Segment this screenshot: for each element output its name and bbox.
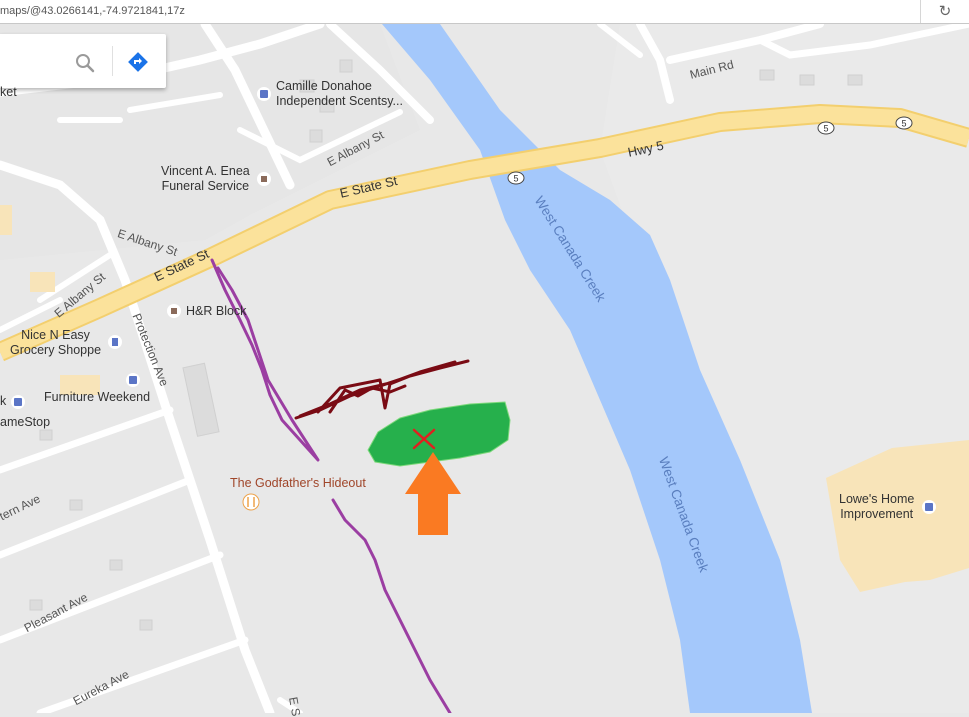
camille-line2: Independent Scentsy...	[276, 94, 403, 108]
svg-text:5: 5	[901, 119, 906, 129]
shopping-icon-2	[126, 373, 140, 387]
vincent-line2: Funeral Service	[161, 179, 250, 193]
search-divider	[112, 46, 113, 76]
place-label-gamestop[interactable]: ameStop	[0, 415, 50, 430]
funeral-icon	[257, 172, 271, 186]
place-label-camille[interactable]: Camille Donahoe Independent Scentsy...	[276, 79, 403, 109]
lowes-line1: Lowe's Home	[839, 492, 915, 506]
route-5-shield: 5	[507, 171, 525, 185]
shopping-icon-3	[11, 395, 25, 409]
reload-icon[interactable]: ↻	[920, 0, 969, 23]
search-icon[interactable]	[75, 53, 95, 73]
svg-text:5: 5	[823, 124, 828, 134]
vincent-line1: Vincent A. Enea	[161, 164, 250, 178]
place-label-furniture[interactable]: Furniture Weekend	[44, 390, 150, 405]
nice-line2: Grocery Shoppe	[10, 343, 102, 357]
restaurant-icon	[242, 493, 260, 511]
shopping-icon-4	[922, 500, 936, 514]
place-label-lowes[interactable]: Lowe's Home Improvement	[839, 492, 914, 522]
shopping-icon	[257, 87, 271, 101]
map-canvas[interactable]: 5 5 5	[0, 24, 969, 713]
search-box[interactable]	[0, 34, 166, 88]
address-bar[interactable]: maps/@43.0266141,-74.9721841,17z ↻	[0, 0, 969, 24]
lowes-line2: Improvement	[840, 507, 914, 521]
office-icon	[167, 304, 181, 318]
gas-station-icon	[108, 335, 122, 349]
commercial-lot-3	[30, 272, 55, 292]
directions-icon[interactable]	[127, 51, 149, 73]
place-label-k: k	[0, 394, 7, 408]
place-label-nice-n-easy[interactable]: Nice N Easy Grocery Shoppe	[10, 328, 101, 358]
svg-text:5: 5	[513, 174, 518, 184]
nice-line1: Nice N Easy	[21, 328, 90, 342]
place-label-godfather[interactable]: The Godfather's Hideout	[230, 476, 366, 491]
place-label-vincent[interactable]: Vincent A. Enea Funeral Service	[161, 164, 250, 194]
place-label-hr-block[interactable]: H&R Block	[186, 304, 246, 319]
url-text[interactable]: maps/@43.0266141,-74.9721841,17z	[0, 5, 185, 17]
camille-line1: Camille Donahoe	[276, 79, 372, 93]
route-5-shield-3: 5	[895, 116, 913, 130]
place-label-ket: ket	[0, 85, 17, 99]
commercial-lot	[0, 205, 12, 235]
route-5-shield-2: 5	[817, 121, 835, 135]
